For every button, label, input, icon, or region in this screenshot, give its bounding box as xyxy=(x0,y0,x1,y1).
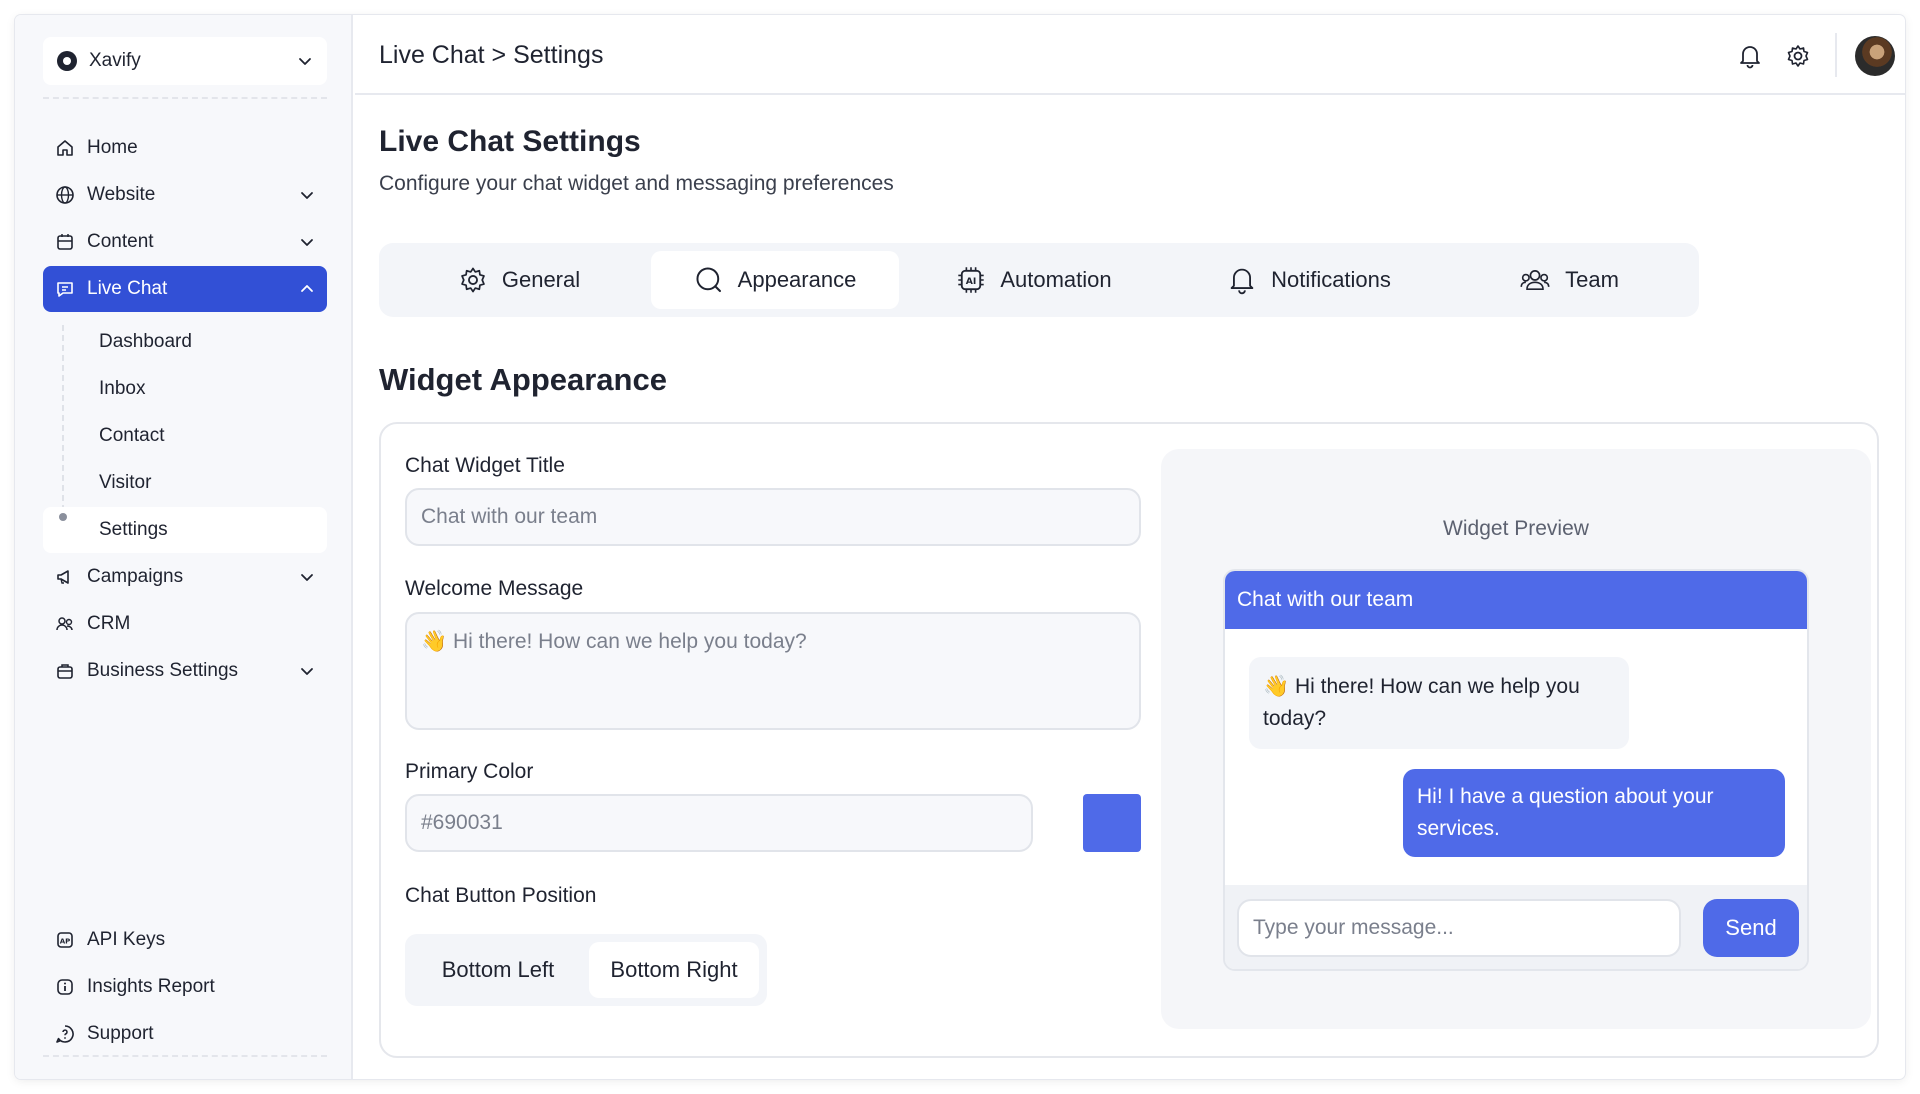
primary-color-label: Primary Color xyxy=(405,760,534,783)
nav-api-keys[interactable]: AP API Keys xyxy=(43,917,327,963)
megaphone-icon xyxy=(57,570,69,584)
tab-notifications[interactable]: Notifications xyxy=(1179,251,1439,309)
page-subtitle: Configure your chat widget and messaging… xyxy=(379,172,894,195)
bell-icon[interactable] xyxy=(1737,43,1763,69)
position-toggle-group: Bottom Left Bottom Right xyxy=(405,934,767,1006)
nav-crm[interactable]: CRM xyxy=(43,601,327,647)
tab-automation[interactable]: AI Automation xyxy=(909,251,1159,309)
widget-preview-panel: Widget Preview Chat with our team 👋 Hi t… xyxy=(1161,449,1871,1029)
nav-label: CRM xyxy=(87,613,131,634)
nav-label: Insights Report xyxy=(87,976,215,997)
users-icon xyxy=(56,617,73,631)
widget-title-input[interactable]: Chat with our team xyxy=(405,488,1141,546)
widget-title-label: Chat Widget Title xyxy=(405,454,565,477)
home-icon xyxy=(57,140,73,156)
bottom-right-option[interactable]: Bottom Right xyxy=(589,942,759,998)
bottom-left-option[interactable]: Bottom Left xyxy=(413,942,583,998)
gear-icon xyxy=(461,267,485,293)
chat-icon xyxy=(57,282,73,297)
tab-label: Automation xyxy=(1000,267,1112,292)
widget-preview-label: Widget Preview xyxy=(1443,517,1589,540)
chevron-down-icon xyxy=(301,239,313,246)
tab-appearance[interactable]: Appearance xyxy=(651,251,899,309)
nav-label: API Keys xyxy=(87,929,166,950)
header-divider xyxy=(1835,33,1837,77)
top-header: Live Chat > Settings xyxy=(355,15,1905,95)
nav-website[interactable]: Website xyxy=(43,172,327,218)
workspace-logo-icon xyxy=(57,51,77,71)
chat-widget-preview: Chat with our team 👋 Hi there! How can w… xyxy=(1223,569,1809,971)
page-title: Live Chat Settings xyxy=(379,125,641,158)
tab-label: Appearance xyxy=(737,267,857,292)
nav-label: Website xyxy=(87,184,156,205)
nav-label: Campaigns xyxy=(87,566,184,587)
search-icon xyxy=(696,267,721,292)
nav-home[interactable]: Home xyxy=(43,125,327,171)
primary-color-input[interactable]: #690031 xyxy=(405,794,1033,852)
active-dot xyxy=(59,513,67,521)
chevron-down-icon xyxy=(301,192,313,199)
tab-general[interactable]: General xyxy=(399,251,639,309)
subnav-visitor[interactable]: Visitor xyxy=(43,460,327,506)
database-icon xyxy=(57,234,73,250)
divider xyxy=(43,97,327,99)
welcome-message-textarea[interactable]: 👋 Hi there! How can we help you today? xyxy=(405,612,1141,730)
svg-text:AP: AP xyxy=(60,938,71,946)
app-window: Xavify Home Website Content Live Chat Da… xyxy=(15,15,1905,1079)
nav-label: Live Chat xyxy=(87,278,168,299)
avatar[interactable] xyxy=(1855,36,1895,76)
bell-icon xyxy=(1230,268,1254,295)
chat-button-position-label: Chat Button Position xyxy=(405,884,597,907)
color-swatch[interactable] xyxy=(1083,794,1141,852)
subnav-settings[interactable]: Settings xyxy=(43,507,327,553)
widget-appearance-card: Chat Widget Title Chat with our team Wel… xyxy=(379,422,1879,1058)
breadcrumb: Live Chat > Settings xyxy=(379,41,604,69)
workspace-selector[interactable]: Xavify xyxy=(43,37,327,85)
chevron-down-icon xyxy=(301,574,313,581)
help-icon xyxy=(56,1025,74,1043)
subnav-inbox[interactable]: Inbox xyxy=(43,366,327,412)
welcome-message-label: Welcome Message xyxy=(405,577,584,600)
api-icon: AP xyxy=(57,932,73,948)
tab-team[interactable]: Team xyxy=(1459,251,1679,309)
nav-label: Support xyxy=(87,1023,154,1044)
outgoing-message-bubble: Hi! I have a question about your service… xyxy=(1403,769,1785,857)
info-icon xyxy=(57,979,73,995)
svg-text:AI: AI xyxy=(966,276,977,287)
widget-preview-header: Chat with our team xyxy=(1225,571,1807,629)
tab-label: General xyxy=(501,267,581,292)
workspace-name: Xavify xyxy=(89,50,141,71)
nav-label: Content xyxy=(87,231,154,252)
nav-live-chat[interactable]: Live Chat xyxy=(43,266,327,312)
tab-label: Notifications xyxy=(1271,267,1391,292)
nav-business-settings[interactable]: Business Settings xyxy=(43,648,327,694)
settings-tabs: General Appearance AI Automation Notific… xyxy=(379,243,1699,317)
divider xyxy=(43,1055,327,1057)
nav-label: Home xyxy=(87,137,138,158)
briefcase-icon xyxy=(57,664,73,679)
nav-label: Business Settings xyxy=(87,660,239,681)
nav-content[interactable]: Content xyxy=(43,219,327,265)
chevron-down-icon xyxy=(299,58,311,65)
gear-icon[interactable] xyxy=(1785,43,1811,69)
widget-preview-footer: Type your message... Send xyxy=(1225,885,1807,969)
sidebar: Xavify Home Website Content Live Chat Da… xyxy=(15,15,353,1079)
subnav-dashboard[interactable]: Dashboard xyxy=(43,319,327,365)
globe-icon xyxy=(56,186,74,204)
subnav-contact[interactable]: Contact xyxy=(43,413,327,459)
team-icon xyxy=(1520,270,1550,290)
chevron-up-icon xyxy=(301,285,313,292)
chevron-down-icon xyxy=(301,668,313,675)
nav-campaigns[interactable]: Campaigns xyxy=(43,554,327,600)
nav-insights-report[interactable]: Insights Report xyxy=(43,964,327,1010)
preview-message-input[interactable]: Type your message... xyxy=(1237,899,1681,957)
tab-label: Team xyxy=(1565,267,1619,292)
nav-support[interactable]: Support xyxy=(43,1011,327,1057)
incoming-message-bubble: 👋 Hi there! How can we help you today? xyxy=(1249,657,1629,749)
preview-send-button[interactable]: Send xyxy=(1703,899,1799,957)
ai-chip-icon: AI xyxy=(958,267,985,293)
section-title: Widget Appearance xyxy=(379,362,667,397)
